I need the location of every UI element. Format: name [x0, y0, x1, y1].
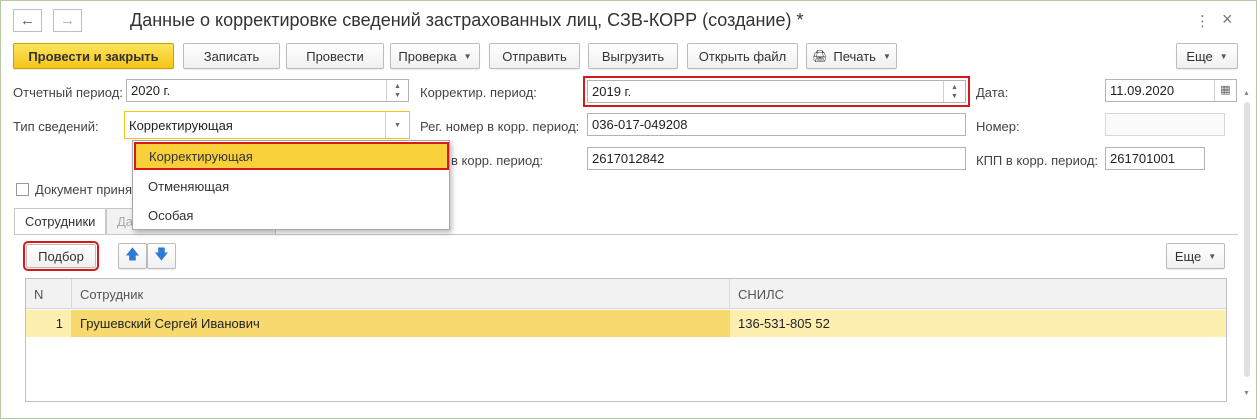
send-button[interactable]: Отправить [489, 43, 580, 69]
send-label: Отправить [502, 48, 567, 64]
corr-period-stepper[interactable]: ▲ ▼ [943, 81, 965, 102]
tab-data-label: Да [117, 214, 134, 229]
export-label: Выгрузить [601, 48, 665, 64]
save-button[interactable]: Записать [183, 43, 280, 69]
date-value: 11.09.2020 [1110, 83, 1175, 98]
scroll-down-icon[interactable]: ▼ [1243, 390, 1250, 397]
post-and-close-label: Провести и закрыть [28, 48, 159, 64]
save-label: Записать [203, 48, 260, 64]
corr-period-value: 2019 г. [592, 84, 632, 99]
scroll-up-icon[interactable]: ▲ [1243, 90, 1250, 97]
kpp-value: 261701001 [1110, 151, 1176, 166]
more-button[interactable]: Еще ▼ [1176, 43, 1238, 69]
forward-button[interactable]: → [53, 9, 82, 32]
row-snils[interactable]: 136-531-805 52 [730, 310, 1226, 337]
info-type-dropdown: Корректирующая Отменяющая Особая [132, 140, 450, 230]
more-label: Еще [1186, 48, 1213, 64]
chevron-down-icon[interactable]: ▼ [385, 112, 409, 138]
reg-num-field[interactable]: 036-017-049208 [587, 113, 966, 136]
row-employee[interactable]: Грушевский Сергей Иванович [72, 310, 730, 337]
post-button[interactable]: Провести [286, 43, 384, 69]
kpp-field[interactable]: 261701001 [1105, 147, 1205, 170]
column-header-n[interactable]: N [26, 279, 72, 309]
printer-icon: 🖨 [812, 49, 828, 63]
chevron-down-icon: ▼ [882, 51, 891, 61]
tab-divider [14, 234, 1238, 235]
inn-field[interactable]: 2617012842 [587, 147, 966, 170]
chevron-down-icon: ▼ [1219, 51, 1228, 61]
tab-employees[interactable]: Сотрудники [14, 208, 107, 235]
scrollbar[interactable]: ▲ ▼ [1241, 90, 1253, 402]
info-type-value: Корректирующая [129, 118, 233, 133]
table-more-button[interactable]: Еще ▼ [1166, 243, 1225, 269]
report-period-field[interactable]: 2020 г. ▲ ▼ [126, 79, 409, 102]
export-button[interactable]: Выгрузить [588, 43, 678, 69]
info-type-select[interactable]: Корректирующая ▼ [124, 111, 410, 139]
column-header-snils[interactable]: СНИЛС [730, 279, 1226, 309]
inn-value: 2617012842 [592, 151, 665, 166]
arrow-left-icon: ← [20, 12, 35, 29]
move-up-button[interactable]: 🡅 [118, 243, 147, 269]
tab-employees-label: Сотрудники [25, 214, 96, 229]
date-label: Дата: [976, 85, 1009, 100]
corr-period-label: Корректир. период: [420, 85, 537, 100]
kpp-label: КПП в корр. период: [976, 153, 1099, 168]
info-type-label: Тип сведений: [13, 119, 99, 134]
arrow-down-icon: 🡇 [154, 246, 169, 262]
report-period-value: 2020 г. [131, 83, 171, 98]
scroll-thumb[interactable] [1244, 102, 1250, 377]
reg-num-label: Рег. номер в корр. период: [420, 119, 580, 134]
column-header-employee[interactable]: Сотрудник [72, 279, 730, 309]
employees-table: N Сотрудник СНИЛС 1 Грушевский Сергей Ив… [25, 278, 1227, 402]
arrow-right-icon: → [60, 12, 75, 29]
check-label: Проверка [398, 48, 457, 64]
move-down-button[interactable]: 🡇 [147, 243, 176, 269]
page-title: Данные о корректировке сведений застрахо… [130, 10, 804, 30]
back-button[interactable]: ← [13, 9, 42, 32]
arrow-up-icon: 🡅 [125, 246, 140, 262]
calendar-icon[interactable]: ▦ [1214, 80, 1236, 101]
corr-period-field[interactable]: 2019 г. ▲ ▼ [583, 76, 970, 107]
dropdown-option-cancelling[interactable]: Отменяющая [133, 172, 449, 200]
check-button[interactable]: Проверка ▼ [390, 43, 480, 69]
kebab-icon[interactable]: ⋮ [1195, 12, 1210, 30]
pick-label: Подбор [38, 248, 84, 264]
open-file-button[interactable]: Открыть файл [687, 43, 798, 69]
inn-label: в корр. период: [451, 153, 544, 168]
open-file-label: Открыть файл [698, 48, 787, 64]
post-and-close-button[interactable]: Провести и закрыть [13, 43, 174, 69]
reg-num-value: 036-017-049208 [592, 117, 688, 132]
chevron-down-icon: ▼ [1208, 251, 1217, 261]
doc-accepted-checkbox[interactable] [16, 183, 29, 196]
date-field[interactable]: 11.09.2020 ▦ [1105, 79, 1237, 102]
print-label: Печать [833, 48, 876, 64]
dropdown-option-special[interactable]: Особая [133, 201, 449, 229]
close-icon[interactable]: × [1222, 9, 1233, 30]
period-stepper[interactable]: ▲ ▼ [386, 80, 408, 101]
table-more-label: Еще [1174, 248, 1202, 264]
doc-accepted-label: Документ приня [35, 182, 133, 197]
chevron-down-icon: ▼ [463, 51, 472, 61]
post-label: Провести [306, 48, 364, 64]
number-label: Номер: [976, 119, 1020, 134]
print-button[interactable]: 🖨 Печать ▼ [806, 43, 897, 69]
report-period-label: Отчетный период: [13, 85, 123, 100]
number-field[interactable] [1105, 113, 1225, 136]
row-n: 1 [26, 310, 72, 337]
pick-button[interactable]: Подбор [23, 241, 99, 271]
dropdown-option-corrective[interactable]: Корректирующая [134, 142, 449, 170]
